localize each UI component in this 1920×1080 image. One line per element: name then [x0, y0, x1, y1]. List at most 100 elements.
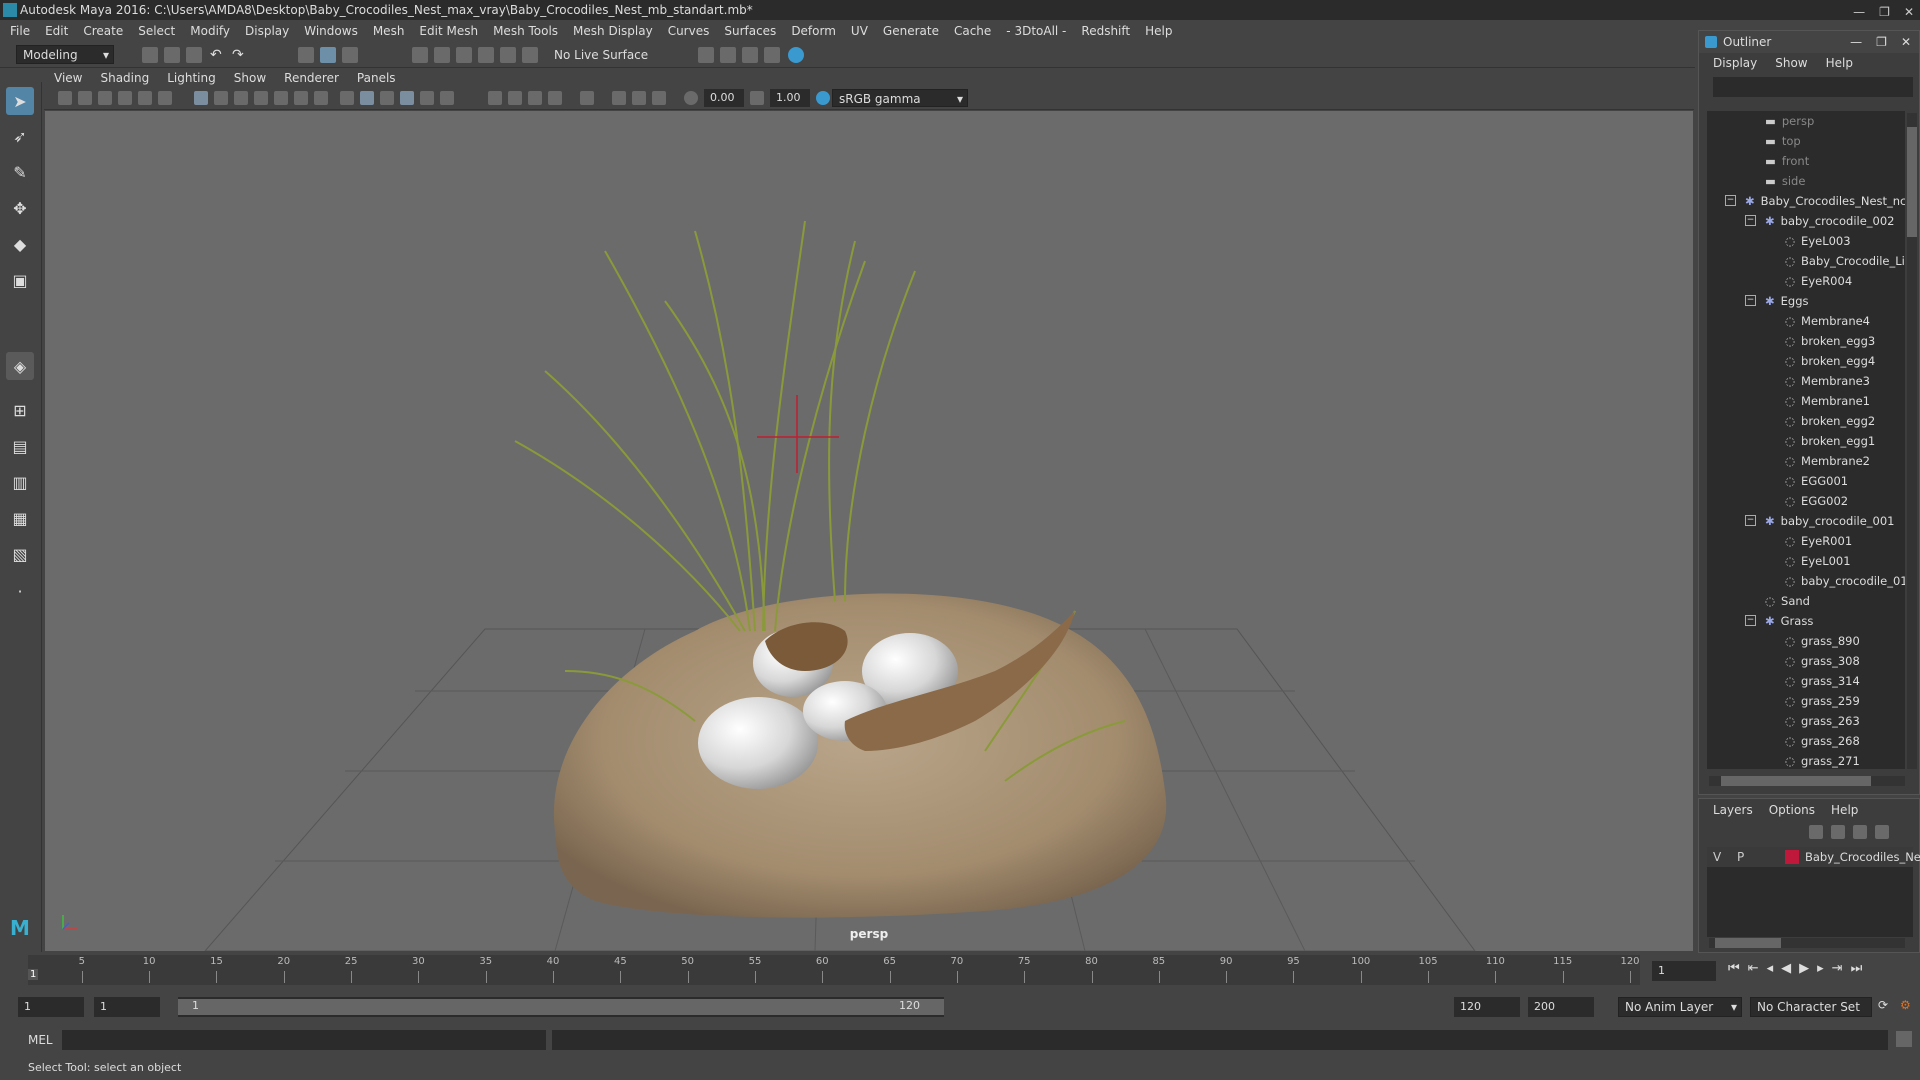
xray-icon[interactable] [612, 91, 626, 105]
playback-end-field[interactable]: 120 [1454, 997, 1520, 1017]
grease-pencil-icon[interactable] [158, 91, 172, 105]
collapse-toggle-icon[interactable]: − [1725, 195, 1736, 206]
smooth-shade-icon[interactable] [360, 91, 374, 105]
outliner-hscroll-thumb[interactable] [1721, 776, 1871, 786]
undo-icon[interactable]: ↶ [210, 47, 226, 63]
resolution-gate-icon[interactable] [234, 91, 248, 105]
camera-attributes-icon[interactable] [78, 91, 92, 105]
menu-3dtoall[interactable]: - 3DtoAll - [1006, 24, 1066, 38]
outliner-item[interactable]: ◌ EyeL001 [1707, 551, 1851, 571]
animation-preferences-icon[interactable]: ⚙ [1900, 998, 1911, 1012]
ipr-render-icon[interactable] [742, 47, 758, 63]
maximize-icon[interactable]: ❐ [1876, 31, 1887, 53]
playback-start-field[interactable]: 1 [94, 997, 160, 1017]
outliner-item[interactable]: ◌ Sand [1707, 591, 1810, 611]
use-default-material-icon[interactable] [380, 91, 394, 105]
go-to-start-icon[interactable]: ⏮ [1728, 961, 1740, 976]
outliner-item[interactable]: ▬ front [1707, 151, 1809, 171]
four-view-layout-icon[interactable]: ▤ [6, 432, 34, 460]
outliner-item[interactable]: ◌ grass_259 [1707, 691, 1860, 711]
menu-surfaces[interactable]: Surfaces [724, 24, 776, 38]
outliner-item[interactable]: ◌ grass_263 [1707, 711, 1860, 731]
depth-of-field-icon[interactable] [548, 91, 562, 105]
outliner-menu-help[interactable]: Help [1826, 56, 1853, 70]
menu-redshift[interactable]: Redshift [1081, 24, 1130, 38]
safe-action-icon[interactable] [294, 91, 308, 105]
layer-playback-toggle[interactable]: P [1737, 847, 1744, 867]
shadows-icon[interactable] [440, 91, 454, 105]
range-slider-handle[interactable] [178, 999, 944, 1015]
layer-menu-options[interactable]: Options [1769, 803, 1815, 817]
wireframe-icon[interactable] [340, 91, 354, 105]
outliner-horizontal-scrollbar[interactable] [1709, 776, 1905, 786]
script-editor-icon[interactable] [1896, 1031, 1912, 1047]
exposure-icon[interactable] [684, 91, 698, 105]
menu-uv[interactable]: UV [851, 24, 868, 38]
outliner-item[interactable]: ◌ Membrane3 [1707, 371, 1870, 391]
motion-blur-icon[interactable] [508, 91, 522, 105]
snap-view-icon[interactable] [478, 47, 494, 63]
soft-select-icon[interactable]: ◈ [6, 352, 34, 380]
animation-end-field[interactable]: 200 [1528, 997, 1594, 1017]
panel-menu-lighting[interactable]: Lighting [167, 71, 216, 85]
gamma-field[interactable]: 1.00 [770, 89, 810, 107]
menu-modify[interactable]: Modify [190, 24, 230, 38]
outliner-item[interactable]: − ✱ Baby_Crocodiles_Nest_ncl [1707, 191, 1905, 211]
snap-point-icon[interactable] [456, 47, 472, 63]
lasso-tool-icon[interactable]: ➶ [6, 122, 34, 150]
outliner-item[interactable]: − ✱ Eggs [1707, 291, 1809, 311]
anim-layer-dropdown[interactable]: No Anim Layer ▾ [1618, 997, 1742, 1017]
outliner-item[interactable]: − ✱ baby_crocodile_002 [1707, 211, 1895, 231]
view-transform-dropdown[interactable]: sRGB gamma ▾ [832, 89, 968, 107]
snap-grid-icon[interactable] [412, 47, 428, 63]
outliner-vertical-scrollbar[interactable] [1907, 113, 1917, 769]
xray-joints-icon[interactable] [632, 91, 646, 105]
snap-curve-icon[interactable] [434, 47, 450, 63]
rotate-tool-icon[interactable]: ◆ [6, 230, 34, 258]
new-scene-icon[interactable] [142, 47, 158, 63]
outliner-item[interactable]: ▬ side [1707, 171, 1805, 191]
select-component-icon[interactable] [342, 47, 358, 63]
outliner-item[interactable]: − ✱ Grass [1707, 611, 1813, 631]
layer-menu-help[interactable]: Help [1831, 803, 1858, 817]
2d-pan-zoom-icon[interactable] [138, 91, 152, 105]
persp-graph-layout-icon[interactable]: ▦ [6, 504, 34, 532]
step-forward-key-icon[interactable]: ⇥ [1832, 961, 1843, 976]
outliner-item[interactable]: ▬ top [1707, 131, 1801, 151]
range-slider[interactable]: 1 120 [178, 997, 944, 1017]
outliner-item[interactable]: ◌ broken_egg4 [1707, 351, 1875, 371]
panel-menu-shading[interactable]: Shading [100, 71, 149, 85]
outliner-item[interactable]: ◌ broken_egg3 [1707, 331, 1875, 351]
play-backward-icon[interactable]: ◀ [1781, 961, 1791, 976]
snap-surface-icon[interactable] [500, 47, 516, 63]
new-layer-icon[interactable] [1853, 825, 1867, 839]
isolate-select-icon[interactable] [580, 91, 594, 105]
outliner-menu-show[interactable]: Show [1775, 56, 1807, 70]
panel-menu-renderer[interactable]: Renderer [284, 71, 339, 85]
step-back-frame-icon[interactable]: ◂ [1767, 961, 1774, 976]
command-input[interactable] [62, 1030, 546, 1050]
outliner-item[interactable]: ◌ EGG002 [1707, 491, 1848, 511]
layer-menu-layers[interactable]: Layers [1713, 803, 1753, 817]
outliner-item[interactable]: ◌ EyeR001 [1707, 531, 1852, 551]
exposure-field[interactable]: 0.00 [704, 89, 744, 107]
go-to-end-icon[interactable]: ⏭ [1851, 961, 1863, 976]
move-layer-up-icon[interactable] [1809, 825, 1823, 839]
time-slider[interactable]: 1 5 10 15 20 25 30 35 40 45 50 55 60 65 70 75 80 85 90 95 10… [0, 953, 1920, 991]
outliner-item[interactable]: ◌ baby_crocodile_01 [1707, 571, 1905, 591]
outliner-item[interactable]: ◌ EGG001 [1707, 471, 1848, 491]
step-forward-frame-icon[interactable]: ▸ [1817, 961, 1824, 976]
outliner-search-field[interactable] [1713, 77, 1913, 97]
select-hierarchy-icon[interactable] [298, 47, 314, 63]
menu-edit-mesh[interactable]: Edit Mesh [419, 24, 478, 38]
animation-start-field[interactable]: 1 [18, 997, 84, 1017]
grid-icon[interactable] [194, 91, 208, 105]
layer-scroll-thumb[interactable] [1715, 938, 1781, 948]
auto-key-icon[interactable]: ⟳ [1878, 998, 1888, 1012]
outliner-item[interactable]: ◌ broken_egg1 [1707, 431, 1875, 451]
menu-windows[interactable]: Windows [304, 24, 358, 38]
perspective-viewport[interactable]: persp [45, 111, 1693, 951]
outliner-item[interactable]: ◌ Baby_Crocodile_Li [1707, 251, 1905, 271]
new-layer-selected-icon[interactable] [1875, 825, 1889, 839]
menu-mesh-display[interactable]: Mesh Display [573, 24, 653, 38]
